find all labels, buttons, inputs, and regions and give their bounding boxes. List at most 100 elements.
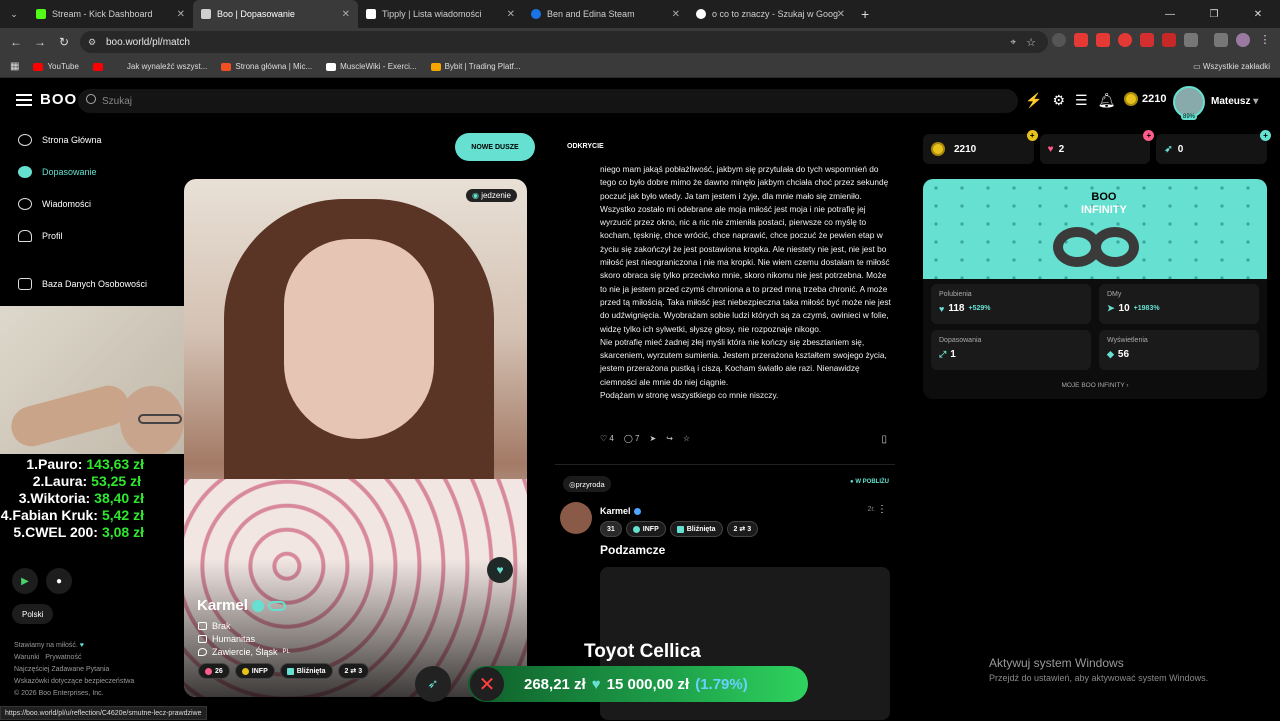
boo-logo[interactable]: BOO <box>40 91 77 108</box>
boost-stat[interactable]: ➶ 0 + <box>1156 130 1272 164</box>
search-input[interactable]: Szukaj <box>78 89 1018 113</box>
my-infinity-link[interactable]: MOJE BOO INFINITY › <box>923 382 1267 389</box>
box-label: Polubienia <box>939 291 972 298</box>
more-options-icon[interactable]: ⋮ <box>877 504 887 515</box>
plus-icon[interactable]: + <box>1260 130 1272 141</box>
filters-icon[interactable]: ☰ <box>1075 92 1088 109</box>
menu-dots-icon[interactable]: ⋮ <box>1258 33 1272 47</box>
like-heart-icon[interactable]: ♥ <box>487 557 513 583</box>
leader-value: 143,63 zł <box>86 456 144 472</box>
extension-icon[interactable] <box>1118 33 1132 47</box>
all-bookmarks-label: Wszystkie zakładki <box>1202 62 1270 71</box>
hamburger-menu-icon[interactable] <box>16 94 32 106</box>
language-button[interactable]: Polski <box>12 604 54 624</box>
coins-balance[interactable]: 2210 <box>1124 92 1166 106</box>
url-input[interactable]: ⚙ boo.world/pl/match ⌖ ☆ <box>80 31 1048 53</box>
close-icon[interactable]: ✕ <box>837 9 845 20</box>
close-icon[interactable]: ✕ <box>342 9 350 20</box>
plus-icon[interactable]: + <box>1026 130 1038 141</box>
sidebar-item-messages[interactable]: Wiadomości <box>0 188 180 220</box>
google-play-icon[interactable]: ▶ <box>12 568 38 594</box>
like-action[interactable]: ♡ 4 <box>600 434 614 443</box>
pass-x-button[interactable]: ✕ <box>470 667 504 701</box>
infinity-banner[interactable]: BOO INFINITY <box>923 179 1267 279</box>
close-icon[interactable]: ✕ <box>177 9 185 20</box>
minimize-icon[interactable]: — <box>1148 9 1192 20</box>
faq-link[interactable]: Najczęściej Zadawane Pytania <box>14 664 134 676</box>
user-name[interactable]: Mateusz ▾ <box>1211 96 1258 107</box>
sidebar-item-home[interactable]: Strona Główna <box>0 124 180 156</box>
tab-steam[interactable]: Ben and Edina Steam ✕ <box>523 0 688 28</box>
lightning-icon[interactable]: ⚡ <box>1025 92 1042 109</box>
reload-icon[interactable]: ↻ <box>52 35 76 49</box>
bookmark-microsoft[interactable]: Strona główna | Mic... <box>221 62 312 71</box>
terms-link[interactable]: Warunki <box>14 654 39 661</box>
matches-box: Dopasowania ⤢ 1 <box>931 330 1091 370</box>
forward-icon[interactable]: → <box>28 35 52 49</box>
new-tab-button[interactable]: + <box>861 6 869 22</box>
new-souls-button[interactable]: NOWE DUSZE <box>455 133 535 161</box>
tab-google[interactable]: o co to znaczy - Szukaj w Goog ✕ <box>688 0 853 28</box>
sidebar-item-database[interactable]: Baza Danych Osobowości <box>0 268 180 300</box>
safety-link[interactable]: Wskazówki dotyczące bezpieczeństwa <box>14 676 134 688</box>
privacy-link[interactable]: Prywatność <box>45 654 81 661</box>
comment-action[interactable]: ◯ 7 <box>624 434 640 443</box>
bookmark-youtube[interactable]: YouTube <box>33 62 79 71</box>
plus-icon[interactable]: + <box>1143 130 1155 141</box>
post-avatar[interactable] <box>560 502 592 534</box>
age-pill: 31 <box>600 521 622 537</box>
sidebar-item-label: Baza Danych Osobowości <box>42 279 148 289</box>
puzzle-icon[interactable] <box>1184 33 1198 47</box>
interest-tag: ◉ jedzenie <box>465 189 517 202</box>
bookmark-label: Jak wynaleźć wszyst... <box>126 62 208 71</box>
bookmark-star-icon[interactable]: ☆ <box>1026 36 1036 49</box>
post-author[interactable]: Karmel <box>600 506 641 516</box>
apps-grid-icon[interactable]: ▦ <box>10 61 19 72</box>
love-stat[interactable]: ♥ 2 + <box>1039 130 1155 164</box>
divider-slash: ♥ <box>591 675 601 693</box>
webcam-arm <box>6 381 134 451</box>
tab-tipply[interactable]: Tipply | Lista wiadomości ✕ <box>358 0 523 28</box>
tab-boo-dopasowanie[interactable]: Boo | Dopasowanie ✕ <box>193 0 358 28</box>
location-icon[interactable]: ⌖ <box>1010 37 1016 48</box>
share-icon[interactable]: ↪ <box>666 434 673 443</box>
url-text: boo.world/pl/match <box>106 36 190 48</box>
sidebar-item-match[interactable]: Dopasowanie <box>0 156 180 188</box>
boost-rocket-button[interactable]: ➶ <box>415 666 451 702</box>
back-icon[interactable]: ← <box>4 35 28 49</box>
close-window-icon[interactable]: ✕ <box>1236 9 1280 20</box>
profile-icon[interactable] <box>1236 33 1250 47</box>
tab-kick-dashboard[interactable]: Stream - Kick Dashboard ✕ <box>28 0 193 28</box>
close-icon[interactable]: ✕ <box>672 9 680 20</box>
sidebar-toggle-icon[interactable] <box>1214 33 1228 47</box>
bell-icon[interactable]: 🔔︎ <box>1098 92 1116 109</box>
bookmark-jak-wynalezc[interactable]: Jak wynaleźć wszyst... <box>127 62 207 71</box>
coins-stat[interactable]: 2210 + <box>923 130 1038 164</box>
close-icon[interactable]: ✕ <box>507 9 515 20</box>
profile-info-label: Humanitas <box>212 634 256 644</box>
extension-icon[interactable] <box>1074 33 1088 47</box>
star-icon[interactable]: ☆ <box>683 434 690 443</box>
footer-tagline: Stawiamy na miłość. <box>14 642 78 649</box>
extension-icon[interactable] <box>1052 33 1066 47</box>
leader-name: 5.CWEL 200: <box>13 524 98 540</box>
extension-icon[interactable] <box>1096 33 1110 47</box>
profile-card[interactable]: ◉ jedzenie Karmel Brak Humanitas Zawierc… <box>184 179 527 697</box>
tab-search-button[interactable]: ⌄ <box>0 9 28 20</box>
bookmark-bybit[interactable]: Bybit | Trading Platf... <box>430 62 520 71</box>
all-bookmarks[interactable]: ▭ Wszystkie zakładki <box>1193 62 1270 71</box>
sidebar-item-profile[interactable]: Profil <box>0 220 180 252</box>
bookmark-musclewiki[interactable]: MuscleWiki - Exerci... <box>326 62 417 71</box>
post-topic-tag[interactable]: ◎ przyroda <box>563 476 611 492</box>
extension-icon[interactable] <box>1162 33 1176 47</box>
send-icon[interactable]: ➤ <box>650 434 657 443</box>
bookmark-youtube-2[interactable] <box>92 62 107 71</box>
search-icon <box>86 94 96 104</box>
bookmark-icon[interactable]: ▯ <box>881 434 887 445</box>
site-info-icon[interactable]: ⚙ <box>88 37 96 48</box>
apple-icon[interactable]: ● <box>46 568 72 594</box>
leaderboard-row: 4.Fabian Kruk: 5,42 zł <box>0 507 180 524</box>
extension-icon[interactable] <box>1140 33 1154 47</box>
translate-icon[interactable]: ⚙ <box>1052 92 1065 109</box>
maximize-icon[interactable]: ❐ <box>1192 9 1236 20</box>
